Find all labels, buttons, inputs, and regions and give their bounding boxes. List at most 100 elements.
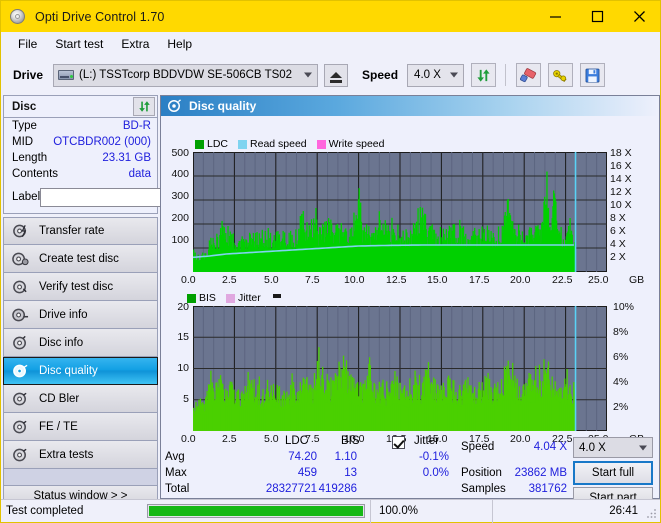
- speed-select[interactable]: 4.0 X: [407, 63, 465, 87]
- ldc-xtick-1: 2.5: [222, 274, 237, 286]
- drive-select[interactable]: (L:) TSSTcorp BDDVDW SE-506CB TS02: [53, 63, 319, 87]
- disc-burn-icon: [12, 251, 30, 267]
- sidebar-item-extra-tests[interactable]: Extra tests: [3, 441, 158, 469]
- ldc-y2tick-8x: 8 X: [610, 212, 626, 224]
- stats-speed-label: Speed: [461, 441, 495, 453]
- window-title: Opti Drive Control 1.70: [35, 9, 165, 24]
- menu-start-test[interactable]: Start test: [46, 34, 112, 54]
- disc-key-mid: MID: [12, 136, 34, 148]
- sidebar: Disc Type BD-R MID OTCBDR002 (000) Lengt…: [3, 95, 245, 507]
- menu-file[interactable]: File: [9, 34, 46, 54]
- sidebar-item-transfer-rate[interactable]: Transfer rate: [3, 217, 158, 245]
- ldc-ytick-400: 400: [171, 168, 189, 180]
- legend-marker-dash: [272, 293, 281, 298]
- speed-label: Speed: [362, 68, 399, 82]
- progress-bar: [147, 504, 365, 518]
- menu-extra[interactable]: Extra: [112, 34, 158, 54]
- disc-properties: Type BD-R MID OTCBDR002 (000) Length 23.…: [4, 118, 245, 213]
- ldc-xtick-9: 22.5: [552, 274, 573, 286]
- menu-help[interactable]: Help: [158, 34, 201, 54]
- ldc-y2tick-2x: 2 X: [610, 251, 626, 263]
- ldc-y2tick-4x: 4 X: [610, 238, 626, 250]
- sidebar-item-fe-te[interactable]: FE / TE: [3, 413, 158, 441]
- sidebar-item-disc-quality[interactable]: Disc quality: [3, 357, 158, 385]
- bis-plot-canvas: [193, 306, 607, 431]
- bis-y2tick-8pct: 8%: [613, 326, 629, 338]
- eject-button[interactable]: [324, 63, 349, 87]
- drive-select-value: (L:) TSSTcorp BDDVDW SE-506CB TS02: [79, 69, 293, 81]
- legend-swatch-read-speed: [238, 139, 248, 149]
- stats-speed-value: 4.04 X: [533, 441, 567, 453]
- disc-extra-icon: [12, 447, 30, 463]
- sidebar-label-fe-te: FE / TE: [39, 420, 78, 433]
- sidebar-item-cd-bler[interactable]: CD Bler: [3, 385, 158, 413]
- disc-test-icon: [12, 223, 30, 239]
- sidebar-label-create-test-disc: Create test disc: [39, 252, 119, 265]
- refresh-icon: [477, 68, 490, 82]
- sidebar-label-cd-bler: CD Bler: [39, 392, 80, 405]
- disc-row-mid: MID OTCBDR002 (000): [12, 136, 151, 152]
- refresh-button[interactable]: [471, 63, 497, 87]
- drive-label: Drive: [13, 68, 44, 82]
- optical-drive-icon: [58, 68, 75, 82]
- bis-y2tick-4pct: 4%: [613, 376, 629, 388]
- bitsetting-button[interactable]: [548, 63, 574, 87]
- minimize-button[interactable]: [534, 1, 576, 32]
- disc-value-contents: data: [128, 168, 151, 180]
- ldc-plot-canvas: [193, 152, 607, 272]
- jitter-checkbox[interactable]: [392, 436, 405, 449]
- sidebar-label-disc-info: Disc info: [39, 336, 84, 349]
- main-panel: Disc quality LDC Read speed Write speed …: [160, 95, 660, 509]
- ldc-xtick-8: 20.0: [510, 274, 531, 286]
- title-bar: Opti Drive Control 1.70: [1, 1, 660, 32]
- ldc-xtick-7: 17.5: [469, 274, 490, 286]
- ldc-plot-area: [193, 152, 607, 272]
- window-controls: [534, 1, 660, 32]
- legend-label-read-speed: Read speed: [250, 138, 307, 150]
- disc-quality-icon: [12, 363, 30, 379]
- legend-label-ldc: LDC: [207, 138, 229, 150]
- disc-refresh-button[interactable]: [133, 97, 155, 116]
- chevron-down-icon: [304, 72, 313, 78]
- sidebar-item-disc-info[interactable]: Disc info: [3, 329, 158, 357]
- ldc-y2tick-12x: 12 X: [610, 186, 632, 198]
- stats-position-value: 23862 MB: [514, 467, 567, 479]
- ldc-ytick-500: 500: [171, 147, 189, 159]
- close-button[interactable]: [618, 1, 660, 32]
- save-button[interactable]: [580, 63, 606, 87]
- toolbar-separator: [505, 64, 507, 86]
- sidebar-item-drive-info[interactable]: Drive info: [3, 301, 158, 329]
- ldc-ytick-200: 200: [171, 212, 189, 224]
- start-full-button[interactable]: Start full: [573, 461, 653, 485]
- erase-button[interactable]: [516, 63, 542, 87]
- legend-label-write-speed: Write speed: [328, 138, 385, 150]
- refresh-icon: [138, 101, 150, 112]
- ldc-xaxis-unit: GB: [629, 274, 645, 286]
- stats-row-avg-label: Avg: [165, 451, 185, 463]
- bitsetting-icon: [553, 69, 567, 82]
- elapsed-time: 26:41: [492, 499, 660, 523]
- disc-value-type: BD-R: [122, 120, 151, 132]
- stats-col-bis: BIS: [341, 435, 360, 447]
- eject-icon: [330, 72, 343, 83]
- maximize-button[interactable]: [576, 1, 618, 32]
- stats-max-jitter: 0.0%: [422, 467, 449, 479]
- sidebar-label-verify-test-disc: Verify test disc: [39, 280, 114, 293]
- sidebar-item-verify-test-disc[interactable]: Verify test disc: [3, 273, 158, 301]
- resize-grip-icon[interactable]: [646, 508, 657, 519]
- disc-key-length: Length: [12, 152, 48, 164]
- bis-y2tick-6pct: 6%: [613, 351, 629, 363]
- save-icon: [585, 68, 600, 82]
- sidebar-spacer: [3, 469, 158, 485]
- bis-plot-area: [193, 306, 607, 431]
- sidebar-label-disc-quality: Disc quality: [39, 365, 98, 377]
- test-speed-select[interactable]: 4.0 X: [573, 437, 653, 458]
- bis-ytick-15: 15: [177, 331, 189, 343]
- legend-swatch-ldc: [195, 139, 204, 149]
- stats-total-bis: 419286: [318, 483, 357, 495]
- ldc-y2tick-14x: 14 X: [610, 173, 632, 185]
- main-panel-title: Disc quality: [189, 99, 257, 113]
- sidebar-label-extra-tests: Extra tests: [39, 448, 94, 461]
- sidebar-item-create-test-disc[interactable]: Create test disc: [3, 245, 158, 273]
- sidebar-nav: Transfer rate Create test disc Verify te…: [3, 217, 158, 469]
